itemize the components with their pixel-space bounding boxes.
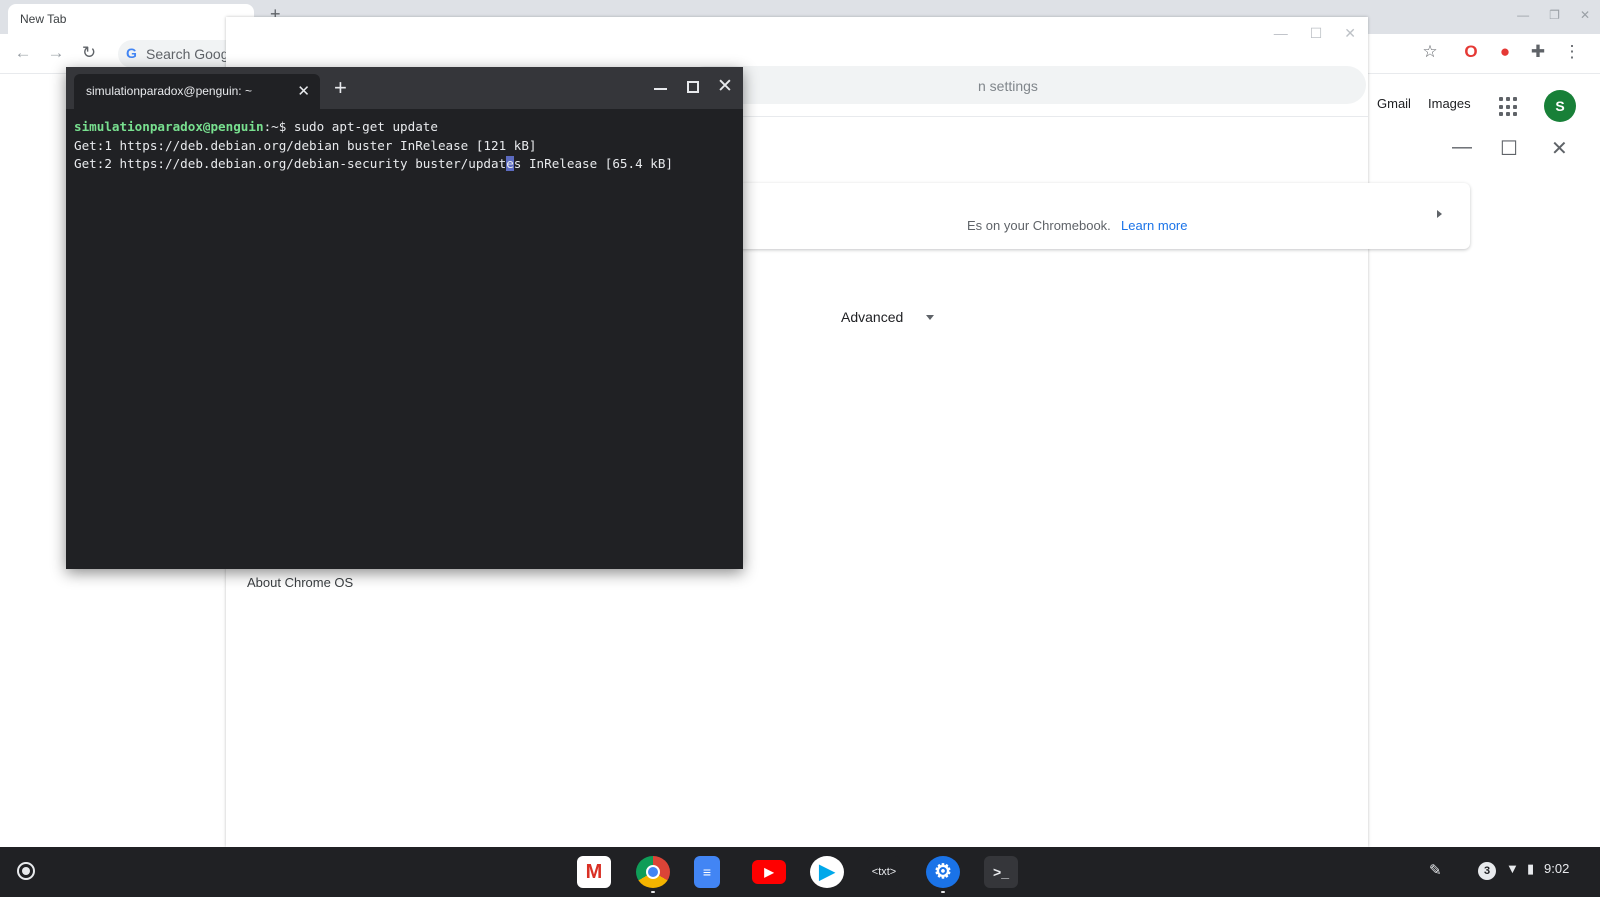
terminal-prompt-line: simulationparadox@penguin:~$ sudo apt-ge… <box>74 118 734 137</box>
maximize-icon[interactable] <box>687 81 699 93</box>
learn-more-link[interactable]: Learn more <box>1121 218 1187 233</box>
minimize-icon[interactable]: — <box>1274 25 1288 42</box>
extensions-puzzle-icon[interactable]: ✚ <box>1527 42 1549 62</box>
close-icon[interactable]: ✕ <box>1344 25 1356 42</box>
close-icon[interactable]: ✕ <box>1551 136 1568 161</box>
terminal-output[interactable]: simulationparadox@penguin:~$ sudo apt-ge… <box>74 118 734 174</box>
launcher-icon[interactable] <box>17 862 35 880</box>
terminal-titlebar[interactable]: simulationparadox@penguin: ~ ✕ + ✕ <box>66 67 743 109</box>
restore-icon[interactable]: ❐ <box>1549 8 1560 22</box>
shelf: M ≡ ▶ ▶ <txt> ⚙ >_ ✎ 3 ▼ ▮ 9:02 <box>0 847 1600 897</box>
terminal-command: sudo apt-get update <box>286 119 438 134</box>
kebab-menu-icon[interactable]: ⋮ <box>1561 42 1583 62</box>
bookmark-star-icon[interactable]: ☆ <box>1419 42 1441 62</box>
close-tab-icon[interactable]: ✕ <box>297 82 310 100</box>
stylus-pen-icon[interactable]: ✎ <box>1429 861 1442 879</box>
line2-text-before: Get:2 https://deb.debian.org/debian-secu… <box>74 156 507 171</box>
maximize-icon[interactable]: ☐ <box>1500 136 1518 161</box>
youtube-app-icon[interactable]: ▶ <box>752 860 786 884</box>
terminal-tab[interactable]: simulationparadox@penguin: ~ ✕ <box>74 74 320 109</box>
minimize-icon[interactable] <box>654 80 667 90</box>
opera-extension-icon[interactable]: O <box>1460 42 1482 62</box>
line2-text-after: s InRelease [65.4 kB] <box>513 156 674 171</box>
caret-down-icon[interactable] <box>926 315 934 320</box>
back-arrow-icon[interactable]: ← <box>12 43 34 63</box>
text-app-icon[interactable]: <txt> <box>867 856 901 888</box>
settings-gear-icon[interactable]: ⚙ <box>926 856 960 893</box>
battery-icon[interactable]: ▮ <box>1527 861 1534 877</box>
terminal-output-line-2: Get:2 https://deb.debian.org/debian-secu… <box>74 155 734 174</box>
chevron-right-icon[interactable] <box>1437 210 1442 218</box>
avatar[interactable]: S <box>1544 90 1576 122</box>
red-extension-icon[interactable]: ● <box>1494 42 1516 62</box>
browser-tab[interactable]: New Tab ⌄ <box>8 4 254 34</box>
close-icon[interactable]: ✕ <box>1580 8 1590 22</box>
prompt-path: :~$ <box>263 119 287 134</box>
advanced-toggle[interactable]: Advanced <box>841 309 903 325</box>
notification-count-badge[interactable]: 3 <box>1478 862 1496 880</box>
gmail-link[interactable]: Gmail <box>1377 96 1411 111</box>
settings-search-input[interactable]: n settings <box>686 66 1366 104</box>
omnibox-placeholder: Search Goog <box>146 46 229 62</box>
close-icon[interactable]: ✕ <box>717 75 733 98</box>
google-g-icon: G <box>126 45 137 61</box>
settings-search-placeholder: n settings <box>978 78 1038 94</box>
prompt-user: simulationparadox@penguin <box>74 119 264 134</box>
terminal-tab-title: simulationparadox@penguin: ~ <box>86 84 252 98</box>
play-store-icon[interactable]: ▶ <box>810 856 844 888</box>
browser-window-controls: — ❐ ✕ <box>1517 8 1590 22</box>
terminal-window: simulationparadox@penguin: ~ ✕ + ✕ simul… <box>66 67 743 569</box>
gmail-app-icon[interactable]: M <box>577 856 611 888</box>
new-terminal-tab-button[interactable]: + <box>334 75 347 101</box>
settings-card[interactable]: Es on your Chromebook. Learn more <box>738 183 1470 249</box>
browser-tab-title: New Tab <box>20 12 67 26</box>
terminal-app-icon[interactable]: >_ <box>984 856 1018 888</box>
chrome-app-icon[interactable] <box>636 856 670 893</box>
text-cursor: e <box>506 156 514 171</box>
google-apps-icon[interactable] <box>1499 97 1519 117</box>
minimize-icon[interactable]: — <box>1452 136 1472 159</box>
maximize-icon[interactable]: ☐ <box>1310 25 1323 42</box>
about-chrome-os-link[interactable]: About Chrome OS <box>247 575 353 590</box>
forward-arrow-icon[interactable]: → <box>45 43 67 63</box>
reload-icon[interactable]: ↻ <box>78 43 100 63</box>
minimize-icon[interactable]: — <box>1517 8 1529 22</box>
terminal-output-line-1: Get:1 https://deb.debian.org/debian bust… <box>74 137 537 153</box>
wifi-icon[interactable]: ▼ <box>1506 861 1519 876</box>
images-link[interactable]: Images <box>1428 96 1471 111</box>
settings-card-text: Es on your Chromebook. <box>967 218 1111 233</box>
settings-window-controls: — ☐ ✕ <box>1274 25 1356 42</box>
docs-app-icon[interactable]: ≡ <box>694 856 720 888</box>
clock-time[interactable]: 9:02 <box>1544 861 1569 876</box>
